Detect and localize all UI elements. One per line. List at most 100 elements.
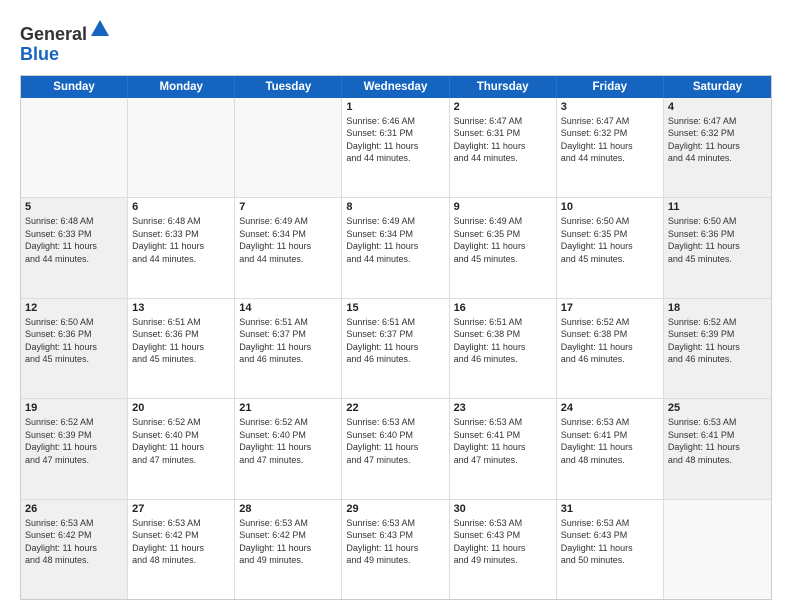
calendar-cell — [128, 98, 235, 197]
day-number: 15 — [346, 302, 444, 314]
calendar-cell: 14 Sunrise: 6:51 AM Sunset: 6:37 PM Dayli… — [235, 299, 342, 398]
calendar-cell: 25Sunrise: 6:53 AM Sunset: 6:41 PM Dayli… — [664, 399, 771, 498]
cell-info: Sunrise: 6:53 AM Sunset: 6:43 PM Dayligh… — [346, 517, 444, 567]
day-number: 30 — [454, 503, 552, 515]
calendar-row-2: 12 Sunrise: 6:50 AM Sunset: 6:36 PM Dayli… — [21, 298, 771, 398]
calendar-row-3: 19 Sunrise: 6:52 AM Sunset: 6:39 PM Dayli… — [21, 398, 771, 498]
calendar-body: 1Sunrise: 6:46 AM Sunset: 6:31 PM Daylig… — [21, 98, 771, 599]
weekday-header-saturday: Saturday — [664, 76, 771, 98]
logo-general-text: General — [20, 24, 87, 44]
day-number: 26 — [25, 503, 123, 515]
calendar-cell: 19 Sunrise: 6:52 AM Sunset: 6:39 PM Dayli… — [21, 399, 128, 498]
day-number: 14 — [239, 302, 337, 314]
day-number: 10 — [561, 201, 659, 213]
calendar-cell: 17 Sunrise: 6:52 AM Sunset: 6:38 PM Dayli… — [557, 299, 664, 398]
calendar-cell: 30 Sunrise: 6:53 AM Sunset: 6:43 PM Dayli… — [450, 500, 557, 599]
calendar-cell: 31 Sunrise: 6:53 AM Sunset: 6:43 PM Dayli… — [557, 500, 664, 599]
day-number: 17 — [561, 302, 659, 314]
calendar-row-1: 5 Sunrise: 6:48 AM Sunset: 6:33 PM Daylig… — [21, 197, 771, 297]
day-number: 31 — [561, 503, 659, 515]
cell-info: Sunrise: 6:48 AM Sunset: 6:33 PM Dayligh… — [132, 215, 230, 265]
cell-info: Sunrise: 6:53 AM Sunset: 6:43 PM Dayligh… — [454, 517, 552, 567]
cell-info: Sunrise: 6:53 AM Sunset: 6:42 PM Dayligh… — [25, 517, 123, 567]
calendar-cell: 8 Sunrise: 6:49 AM Sunset: 6:34 PM Daylig… — [342, 198, 449, 297]
cell-info: Sunrise: 6:50 AM Sunset: 6:35 PM Dayligh… — [561, 215, 659, 265]
cell-info: Sunrise: 6:51 AM Sunset: 6:37 PM Dayligh… — [346, 316, 444, 366]
day-number: 7 — [239, 201, 337, 213]
day-number: 13 — [132, 302, 230, 314]
weekday-header-sunday: Sunday — [21, 76, 128, 98]
cell-info: Sunrise: 6:52 AM Sunset: 6:38 PM Dayligh… — [561, 316, 659, 366]
day-number: 24 — [561, 402, 659, 414]
day-number: 21 — [239, 402, 337, 414]
day-number: 6 — [132, 201, 230, 213]
day-number: 3 — [561, 101, 659, 113]
calendar-cell — [235, 98, 342, 197]
day-number: 27 — [132, 503, 230, 515]
cell-info: Sunrise: 6:47 AM Sunset: 6:32 PM Dayligh… — [668, 115, 767, 165]
calendar: SundayMondayTuesdayWednesdayThursdayFrid… — [20, 75, 772, 600]
calendar-cell: 23Sunrise: 6:53 AM Sunset: 6:41 PM Dayli… — [450, 399, 557, 498]
cell-info: Sunrise: 6:53 AM Sunset: 6:40 PM Dayligh… — [346, 416, 444, 466]
calendar-cell: 22Sunrise: 6:53 AM Sunset: 6:40 PM Dayli… — [342, 399, 449, 498]
day-number: 9 — [454, 201, 552, 213]
day-number: 29 — [346, 503, 444, 515]
calendar-cell: 24Sunrise: 6:53 AM Sunset: 6:41 PM Dayli… — [557, 399, 664, 498]
cell-info: Sunrise: 6:49 AM Sunset: 6:35 PM Dayligh… — [454, 215, 552, 265]
calendar-header: SundayMondayTuesdayWednesdayThursdayFrid… — [21, 76, 771, 98]
weekday-header-monday: Monday — [128, 76, 235, 98]
calendar-cell: 3 Sunrise: 6:47 AM Sunset: 6:32 PM Daylig… — [557, 98, 664, 197]
cell-info: Sunrise: 6:53 AM Sunset: 6:42 PM Dayligh… — [132, 517, 230, 567]
cell-info: Sunrise: 6:49 AM Sunset: 6:34 PM Dayligh… — [346, 215, 444, 265]
day-number: 19 — [25, 402, 123, 414]
calendar-cell: 7 Sunrise: 6:49 AM Sunset: 6:34 PM Daylig… — [235, 198, 342, 297]
calendar-cell: 28Sunrise: 6:53 AM Sunset: 6:42 PM Dayli… — [235, 500, 342, 599]
calendar-row-0: 1Sunrise: 6:46 AM Sunset: 6:31 PM Daylig… — [21, 98, 771, 197]
day-number: 23 — [454, 402, 552, 414]
calendar-cell: 4 Sunrise: 6:47 AM Sunset: 6:32 PM Daylig… — [664, 98, 771, 197]
weekday-header-tuesday: Tuesday — [235, 76, 342, 98]
cell-info: Sunrise: 6:47 AM Sunset: 6:32 PM Dayligh… — [561, 115, 659, 165]
day-number: 8 — [346, 201, 444, 213]
calendar-cell: 12 Sunrise: 6:50 AM Sunset: 6:36 PM Dayli… — [21, 299, 128, 398]
cell-info: Sunrise: 6:52 AM Sunset: 6:39 PM Dayligh… — [668, 316, 767, 366]
cell-info: Sunrise: 6:51 AM Sunset: 6:36 PM Dayligh… — [132, 316, 230, 366]
cell-info: Sunrise: 6:48 AM Sunset: 6:33 PM Dayligh… — [25, 215, 123, 265]
logo-blue-text: Blue — [20, 44, 59, 64]
cell-info: Sunrise: 6:52 AM Sunset: 6:40 PM Dayligh… — [239, 416, 337, 466]
day-number: 20 — [132, 402, 230, 414]
calendar-cell: 16Sunrise: 6:51 AM Sunset: 6:38 PM Dayli… — [450, 299, 557, 398]
cell-info: Sunrise: 6:51 AM Sunset: 6:37 PM Dayligh… — [239, 316, 337, 366]
day-number: 11 — [668, 201, 767, 213]
day-number: 18 — [668, 302, 767, 314]
calendar-row-4: 26 Sunrise: 6:53 AM Sunset: 6:42 PM Dayli… — [21, 499, 771, 599]
calendar-cell: 9 Sunrise: 6:49 AM Sunset: 6:35 PM Daylig… — [450, 198, 557, 297]
calendar-cell: 27 Sunrise: 6:53 AM Sunset: 6:42 PM Dayli… — [128, 500, 235, 599]
cell-info: Sunrise: 6:53 AM Sunset: 6:43 PM Dayligh… — [561, 517, 659, 567]
calendar-cell: 21 Sunrise: 6:52 AM Sunset: 6:40 PM Dayli… — [235, 399, 342, 498]
day-number: 5 — [25, 201, 123, 213]
logo: General Blue — [20, 18, 111, 65]
logo-icon — [89, 18, 111, 40]
calendar-cell: 15 Sunrise: 6:51 AM Sunset: 6:37 PM Dayli… — [342, 299, 449, 398]
day-number: 28 — [239, 503, 337, 515]
day-number: 25 — [668, 402, 767, 414]
day-number: 16 — [454, 302, 552, 314]
page: General Blue SundayMondayTuesdayWednesda… — [0, 0, 792, 612]
cell-info: Sunrise: 6:50 AM Sunset: 6:36 PM Dayligh… — [25, 316, 123, 366]
calendar-cell: 26 Sunrise: 6:53 AM Sunset: 6:42 PM Dayli… — [21, 500, 128, 599]
calendar-cell: 2Sunrise: 6:47 AM Sunset: 6:31 PM Daylig… — [450, 98, 557, 197]
day-number: 12 — [25, 302, 123, 314]
calendar-cell: 20Sunrise: 6:52 AM Sunset: 6:40 PM Dayli… — [128, 399, 235, 498]
cell-info: Sunrise: 6:52 AM Sunset: 6:39 PM Dayligh… — [25, 416, 123, 466]
calendar-cell: 18 Sunrise: 6:52 AM Sunset: 6:39 PM Dayli… — [664, 299, 771, 398]
weekday-header-thursday: Thursday — [450, 76, 557, 98]
day-number: 2 — [454, 101, 552, 113]
cell-info: Sunrise: 6:50 AM Sunset: 6:36 PM Dayligh… — [668, 215, 767, 265]
calendar-cell: 13 Sunrise: 6:51 AM Sunset: 6:36 PM Dayli… — [128, 299, 235, 398]
calendar-cell: 29 Sunrise: 6:53 AM Sunset: 6:43 PM Dayli… — [342, 500, 449, 599]
cell-info: Sunrise: 6:49 AM Sunset: 6:34 PM Dayligh… — [239, 215, 337, 265]
day-number: 4 — [668, 101, 767, 113]
cell-info: Sunrise: 6:46 AM Sunset: 6:31 PM Dayligh… — [346, 115, 444, 165]
calendar-cell: 5 Sunrise: 6:48 AM Sunset: 6:33 PM Daylig… — [21, 198, 128, 297]
